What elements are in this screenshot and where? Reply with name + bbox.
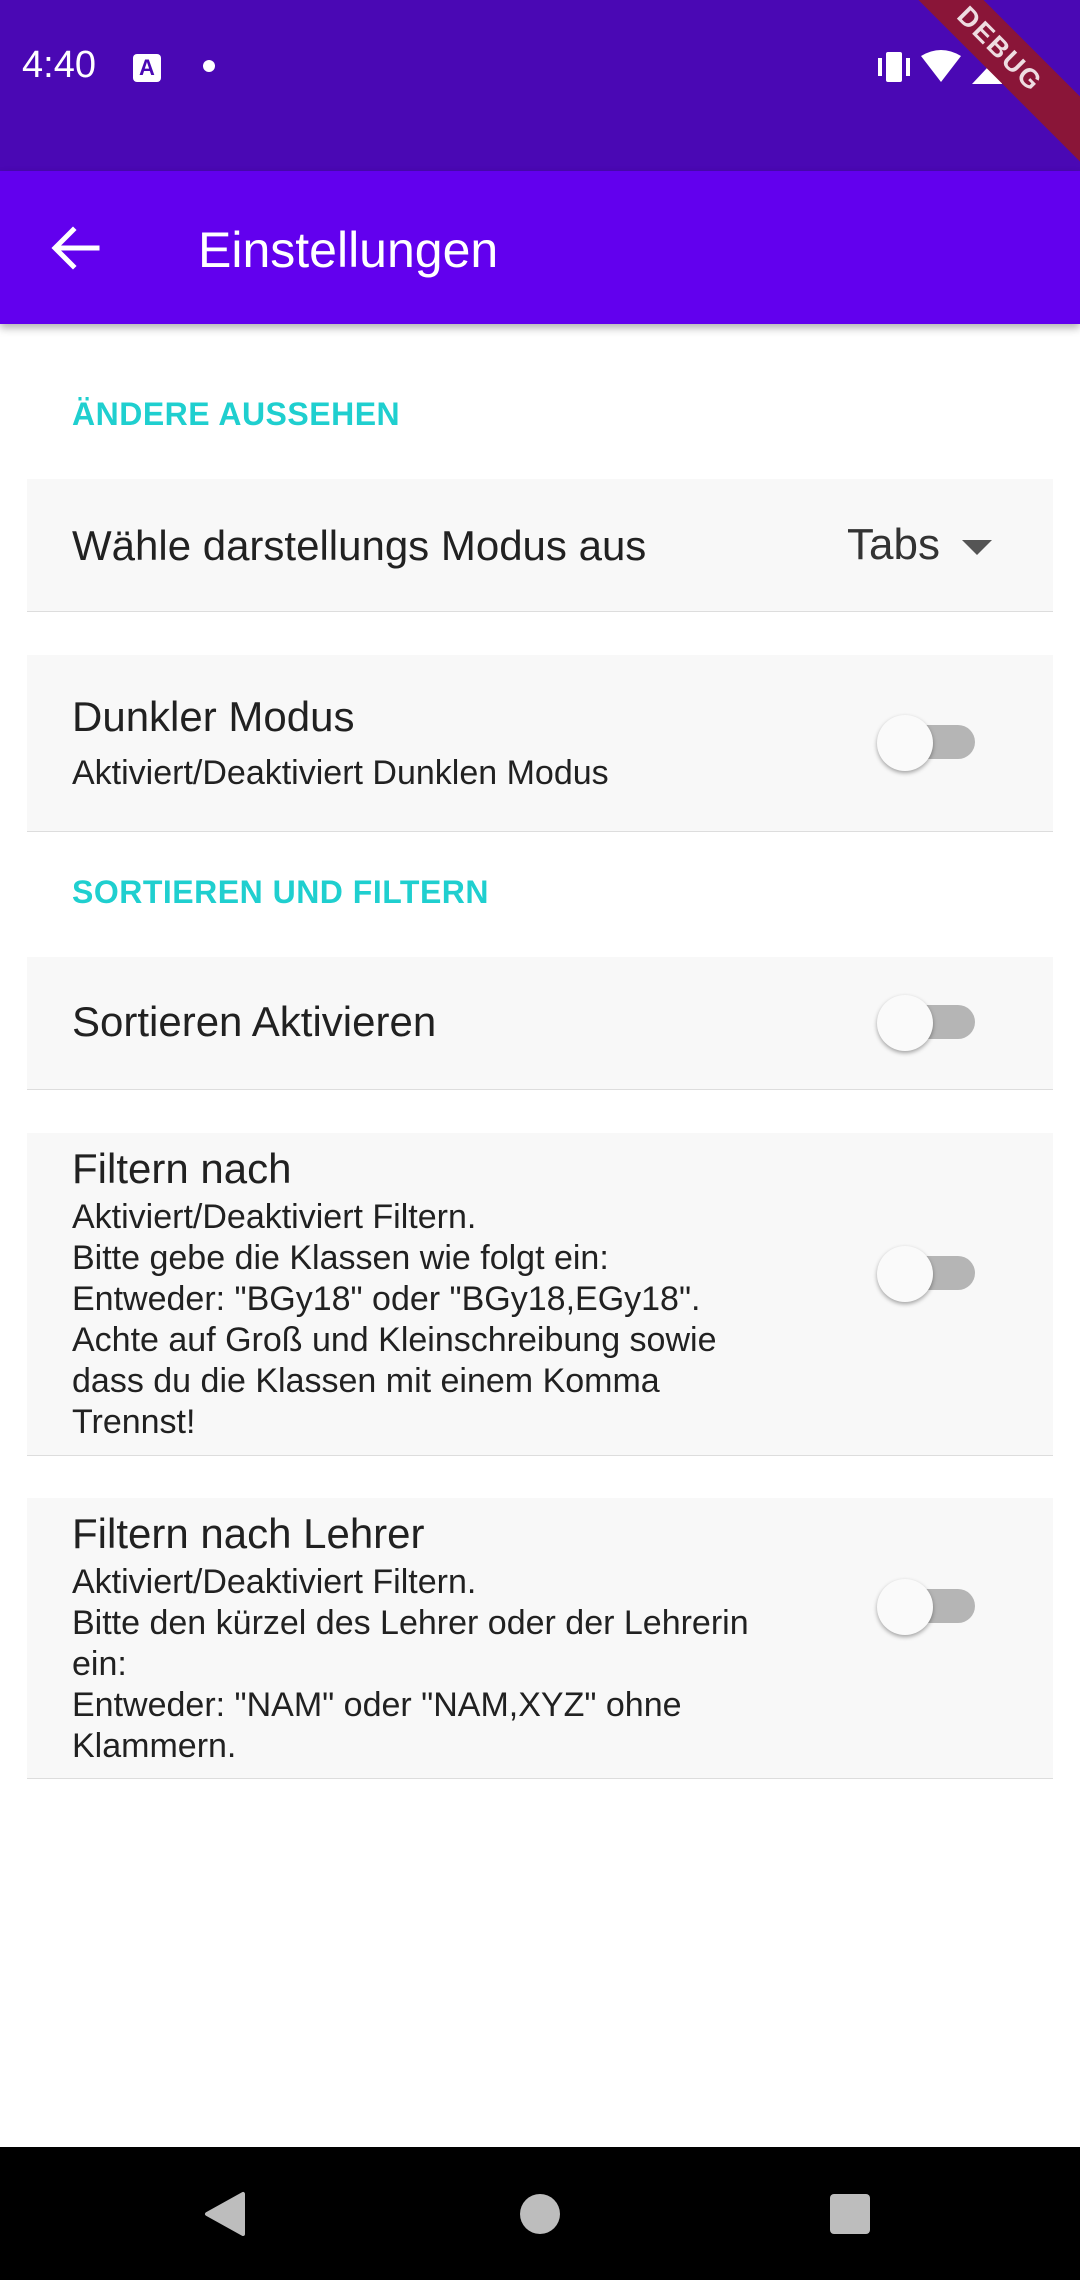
dropdown-value: Tabs — [847, 520, 940, 569]
filter-class-tile: Filtern nach Aktiviert/Deaktiviert Filte… — [27, 1133, 1053, 1456]
status-bar: 4:40 A DEBUG — [0, 0, 1080, 172]
filter-teacher-title: Filtern nach Lehrer — [72, 1510, 425, 1557]
switch-thumb — [877, 995, 933, 1051]
filter-teacher-tile: Filtern nach Lehrer Aktiviert/Deaktivier… — [27, 1498, 1053, 1779]
home-circle-icon — [520, 2194, 560, 2234]
back-button[interactable] — [44, 208, 108, 288]
dark-mode-title: Dunkler Modus — [72, 693, 355, 740]
navigation-bar — [0, 2147, 1080, 2280]
switch-thumb — [877, 715, 933, 771]
section-header-appearance: ÄNDERE AUSSEHEN — [72, 396, 401, 432]
a-notification-icon: A — [133, 54, 161, 82]
page-title: Einstellungen — [198, 222, 499, 278]
filter-class-switch[interactable] — [875, 1244, 985, 1304]
status-time: 4:40 — [22, 44, 96, 86]
filter-class-subtitle: Aktiviert/Deaktiviert Filtern. Bitte geb… — [72, 1198, 717, 1441]
sort-switch[interactable] — [875, 993, 985, 1053]
display-mode-title: Wähle darstellungs Modus aus — [72, 522, 647, 569]
dark-mode-tile: Dunkler Modus Aktiviert/Deaktiviert Dunk… — [27, 655, 1053, 832]
app-bar: Einstellungen — [0, 171, 1080, 324]
nav-recents-button[interactable] — [810, 2174, 890, 2254]
nav-home-button[interactable] — [500, 2174, 580, 2254]
display-mode-dropdown[interactable]: Tabs — [847, 515, 992, 575]
sort-tile: Sortieren Aktivieren — [27, 957, 1053, 1090]
filter-class-title: Filtern nach — [72, 1145, 292, 1192]
section-header-sort-filter: SORTIEREN UND FILTERN — [72, 874, 490, 910]
wifi-icon — [921, 50, 961, 82]
vibrate-icon — [878, 52, 910, 82]
nav-back-button[interactable] — [185, 2174, 265, 2254]
filter-teacher-subtitle: Aktiviert/Deaktiviert Filtern. Bitte den… — [72, 1563, 749, 1765]
back-triangle-icon — [205, 2192, 245, 2236]
dark-mode-subtitle: Aktiviert/Deaktiviert Dunklen Modus — [72, 754, 609, 792]
sort-title: Sortieren Aktivieren — [72, 998, 437, 1045]
filter-teacher-switch[interactable] — [875, 1577, 985, 1637]
recents-square-icon — [830, 2194, 870, 2234]
switch-thumb — [877, 1579, 933, 1635]
dot-icon — [203, 60, 215, 72]
display-mode-tile: Wähle darstellungs Modus aus Tabs — [27, 479, 1053, 612]
arrow-back-icon — [51, 226, 100, 270]
dark-mode-switch[interactable] — [875, 713, 985, 773]
switch-thumb — [877, 1246, 933, 1302]
dropdown-arrow-icon — [961, 539, 992, 555]
